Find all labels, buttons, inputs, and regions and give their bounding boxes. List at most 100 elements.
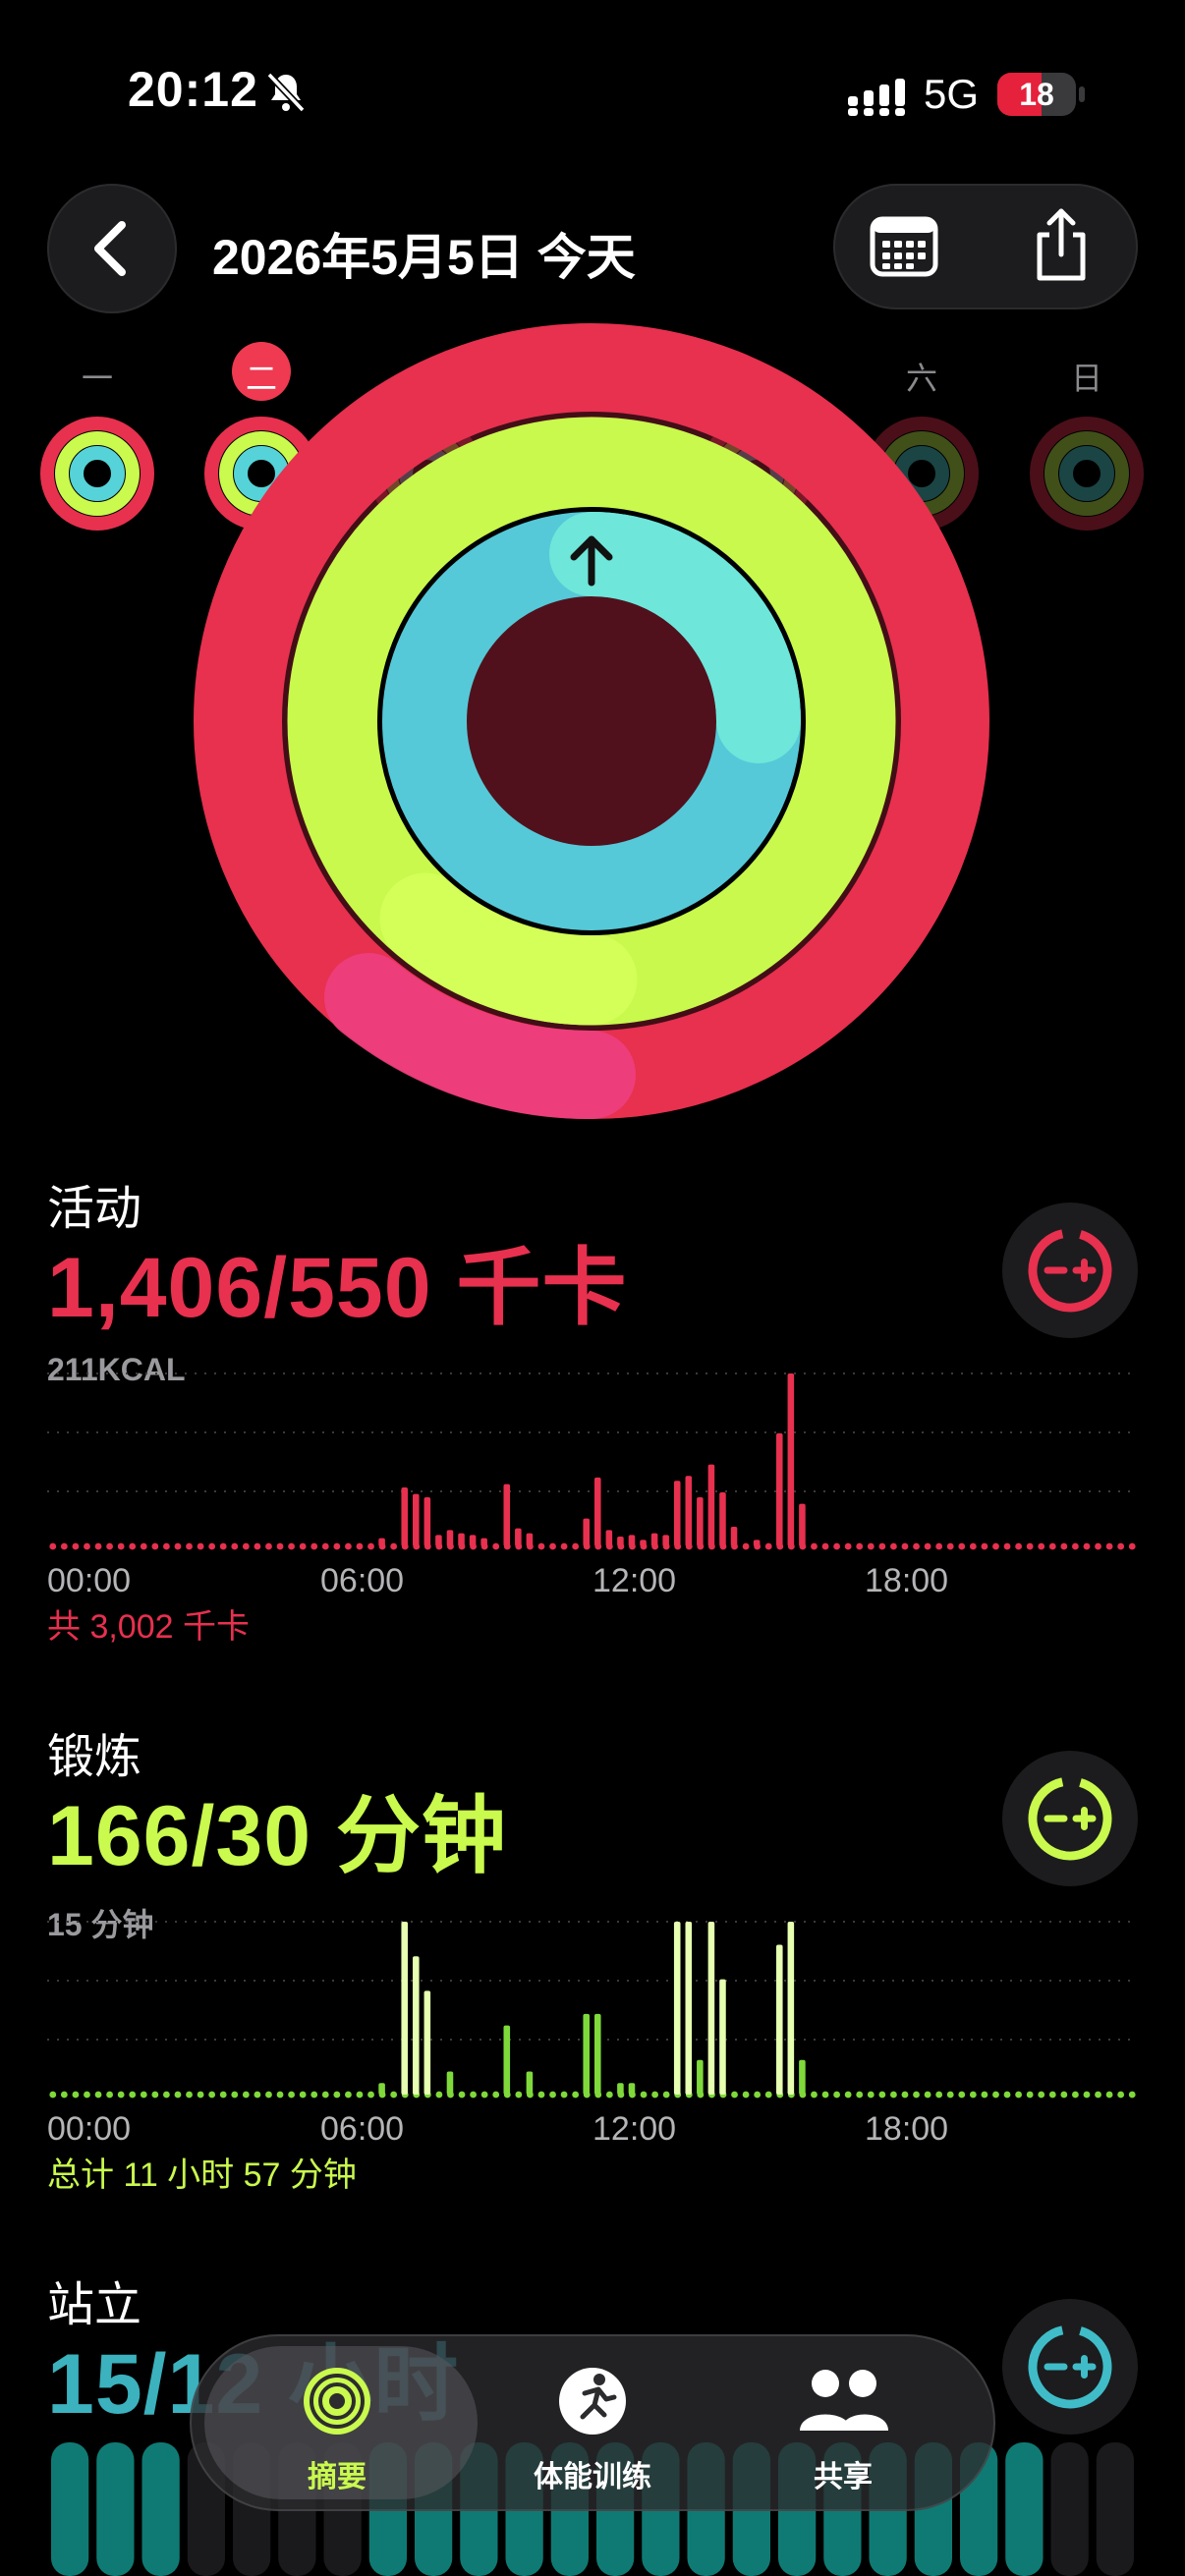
exercise-bar [719,1979,726,2095]
exercise-baseline-dot [84,2091,90,2099]
exercise-baseline-dot [390,2091,398,2099]
exercise-baseline-dot [356,2091,364,2099]
activity-bar [617,1536,624,1546]
activity-bar [423,1496,431,1546]
activity-baseline-dot [390,1542,398,1550]
exercise-bar [446,2071,454,2095]
adjust-goal-icon [1028,1776,1112,1861]
exercise-baseline-dot [992,2091,999,2099]
exercise-baseline-dot [106,2091,113,2099]
activity-bar [503,1484,511,1546]
exercise-baseline-dot [49,2091,57,2099]
activity-baseline-dot [299,1542,307,1550]
exercise-baseline-dot [1128,2091,1136,2099]
activity-baseline-dot [492,1542,500,1550]
exercise-baseline-dot [515,2091,523,2099]
battery-indicator: 18 [997,73,1076,116]
exercise-bar [776,1944,783,2095]
tab-summary[interactable]: 摘要 [219,2358,455,2495]
activity-baseline-dot [333,1542,341,1550]
exercise-baseline-dot [129,2091,137,2099]
exercise-baseline-dot [242,2091,250,2099]
exercise-baseline-dot [1048,2091,1056,2099]
exercise-baseline-dot [821,2091,829,2099]
activity-baseline-dot [878,1542,886,1550]
stand-hour-bar [51,2442,89,2576]
day-ring-0[interactable] [37,414,157,533]
exercise-baseline-dot [833,2091,840,2099]
activity-baseline-dot [856,1542,864,1550]
activity-goal-button[interactable] [1002,1203,1138,1338]
activity-rings [194,323,989,1120]
back-button[interactable] [47,184,177,313]
activity-baseline-dot [1003,1542,1011,1550]
tab-sharing[interactable]: 共享 [725,2358,961,2495]
activity-total: 共 3,002 千卡 [47,1608,250,1646]
exercise-baseline-dot [186,2091,193,2099]
exercise-tick-0600: 06:00 [320,2110,405,2148]
activity-bar [730,1526,738,1546]
activity-baseline-dot [197,1542,204,1550]
exercise-baseline-dot [1083,2091,1091,2099]
exercise-baseline-dot [1117,2091,1125,2099]
activity-baseline-dot [1083,1542,1091,1550]
exercise-tick-1800: 18:00 [865,2110,949,2148]
activity-baseline-dot [821,1542,829,1550]
tab-label: 摘要 [308,2461,367,2493]
day-ring-6[interactable] [1027,414,1147,533]
header-actions [833,184,1138,309]
activity-bar [401,1486,408,1546]
activity-baseline-dot [321,1542,329,1550]
activity-baseline-dot [890,1542,897,1550]
rings-icon [304,2368,370,2435]
exercise-baseline-dot [981,2091,988,2099]
activity-baseline-dot [1105,1542,1113,1550]
activity-baseline-dot [572,1542,580,1550]
exercise-bar [503,2025,511,2095]
activity-baseline-dot [1038,1542,1045,1550]
exercise-bar [413,1956,420,2095]
exercise-baseline-dot [276,2091,284,2099]
stand-goal-button[interactable] [1002,2299,1138,2435]
stand-hour-bar [1005,2442,1044,2576]
exercise-baseline-dot [935,2091,943,2099]
exercise-baseline-dot [299,2091,307,2099]
tab-workouts[interactable]: 体能训练 [475,2358,710,2495]
exercise-baseline-dot [458,2091,466,2099]
exercise-value: 166/30 分钟 [47,1789,507,1883]
activity-bar [799,1503,806,1546]
exercise-baseline-dot [310,2091,318,2099]
activity-baseline-dot [913,1542,920,1550]
activity-bar [413,1493,420,1546]
activity-baseline-dot [1072,1542,1079,1550]
activity-baseline-dot [946,1542,954,1550]
adjust-goal-icon [1028,2324,1112,2409]
share-button[interactable] [1030,205,1093,284]
exercise-baseline-dot [1038,2091,1045,2099]
exercise-baseline-dot [321,2091,329,2099]
exercise-baseline-dot [219,2091,227,2099]
activity-baseline-dot [174,1542,182,1550]
activity-baseline-dot [1026,1542,1034,1550]
activity-baseline-dot [958,1542,966,1550]
bell-slash-icon [266,72,306,113]
activity-bar [594,1477,601,1546]
activity-bar [480,1538,487,1546]
signal-icon [848,79,905,116]
exercise-baseline-dot [662,2091,670,2099]
activity-bar [446,1530,454,1546]
exercise-bar [799,2059,806,2095]
exercise-baseline-dot [1105,2091,1113,2099]
exercise-baseline-dot [605,2091,613,2099]
activity-bar [515,1528,522,1546]
activity-bar [650,1533,658,1546]
activity-baseline-dot [345,1542,352,1550]
activity-baseline-dot [549,1542,556,1550]
exercise-goal-button[interactable] [1002,1751,1138,1886]
exercise-bar [673,1922,681,2095]
calendar-button[interactable] [869,215,939,278]
adjust-goal-icon [1028,1228,1112,1313]
activity-baseline-dot [867,1542,875,1550]
exercise-baseline-dot [470,2091,477,2099]
activity-baseline-dot [811,1542,818,1550]
